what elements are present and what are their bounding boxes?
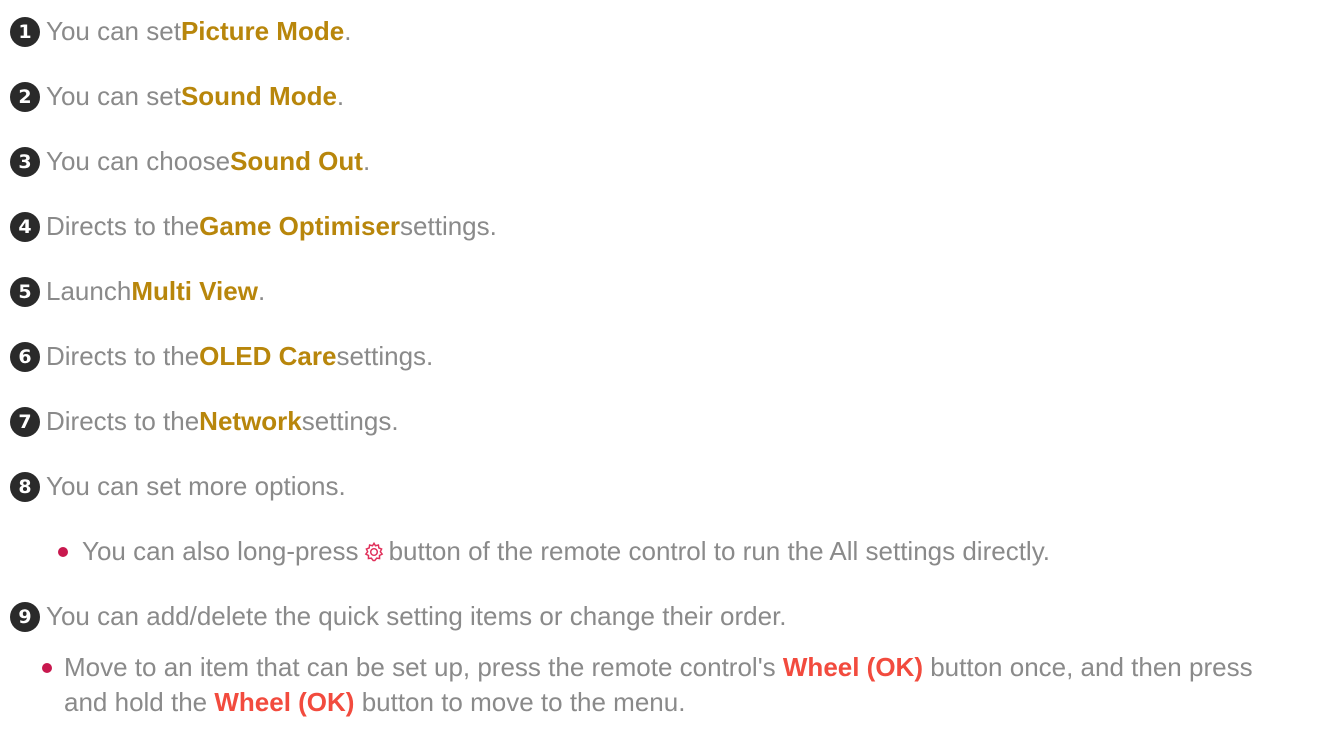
item-bold: Sound Out — [230, 146, 363, 176]
wheel-ok-label: Wheel (OK) — [782, 652, 923, 682]
item-text: You can add/delete the quick setting ite… — [46, 601, 787, 631]
usage-note-text: Move to an item that can be set up, pres… — [64, 650, 1302, 720]
item-bold: Sound Mode — [180, 81, 337, 111]
number-badge-4: 4 — [10, 211, 40, 242]
item-text: You can choose — [46, 146, 231, 176]
number-badge-7: 7 — [10, 406, 40, 437]
list-item-5: 5 Launch Multi View. — [10, 276, 265, 307]
number-badge-5: 5 — [10, 276, 40, 307]
gear-icon — [364, 541, 383, 561]
list-item-7: 7 Directs to the Network settings. — [10, 406, 399, 437]
item-text-end: . — [362, 146, 371, 176]
sub-note-text: You can also long-press — [82, 536, 359, 566]
item-text-end: . — [257, 276, 266, 306]
list-item-4: 4 Directs to the Game Optimiser settings… — [10, 211, 497, 242]
item-text-end: settings. — [400, 211, 497, 241]
number-badge-9: 9 — [10, 601, 40, 632]
item-text: Directs to the — [46, 341, 200, 371]
item-bold: Multi View — [131, 276, 258, 306]
note-text-3: button to move to the menu. — [354, 687, 686, 717]
list-item-8: 8 You can set more options. — [10, 471, 346, 502]
sub-note-text-end: button of the remote control to run the … — [388, 536, 1050, 566]
list-item-3: 3 You can choose Sound Out. — [10, 146, 370, 177]
settings-description-page: 1 You can set Picture Mode. 2 You can se… — [0, 0, 1326, 731]
item-text: Directs to the — [46, 211, 200, 241]
list-item-9: 9 You can add/delete the quick setting i… — [10, 601, 787, 632]
wheel-ok-label: Wheel (OK) — [214, 687, 355, 717]
bullet-dot — [42, 663, 52, 673]
item-text: Launch — [46, 276, 132, 306]
usage-note: Move to an item that can be set up, pres… — [42, 650, 1302, 720]
sub-note: You can also long-press button of the re… — [58, 536, 1050, 567]
item-text-end: . — [344, 16, 352, 46]
list-item-6: 6 Directs to the OLED Care settings. — [10, 341, 433, 372]
item-bold: Network — [199, 406, 302, 436]
bullet-dot — [58, 546, 68, 557]
item-text: Directs to the — [46, 406, 200, 436]
number-badge-3: 3 — [10, 146, 40, 177]
item-text-end: settings. — [336, 341, 434, 371]
list-item-1: 1 You can set Picture Mode. — [10, 16, 351, 47]
number-badge-2: 2 — [10, 81, 40, 112]
number-badge-8: 8 — [10, 471, 40, 502]
number-badge-1: 1 — [10, 16, 40, 47]
item-bold: OLED Care — [199, 341, 337, 371]
item-text-end: settings. — [301, 406, 399, 436]
item-bold: Game Optimiser — [199, 211, 401, 241]
item-text: You can set — [46, 81, 181, 111]
number-badge-6: 6 — [10, 341, 40, 372]
item-text-end: . — [336, 81, 345, 111]
item-bold: Picture Mode — [180, 16, 345, 46]
item-text: You can set more options. — [46, 471, 346, 501]
list-item-2: 2 You can set Sound Mode. — [10, 81, 344, 112]
item-text: You can set — [46, 16, 181, 46]
note-text-1: Move to an item that can be set up, pres… — [64, 652, 783, 682]
